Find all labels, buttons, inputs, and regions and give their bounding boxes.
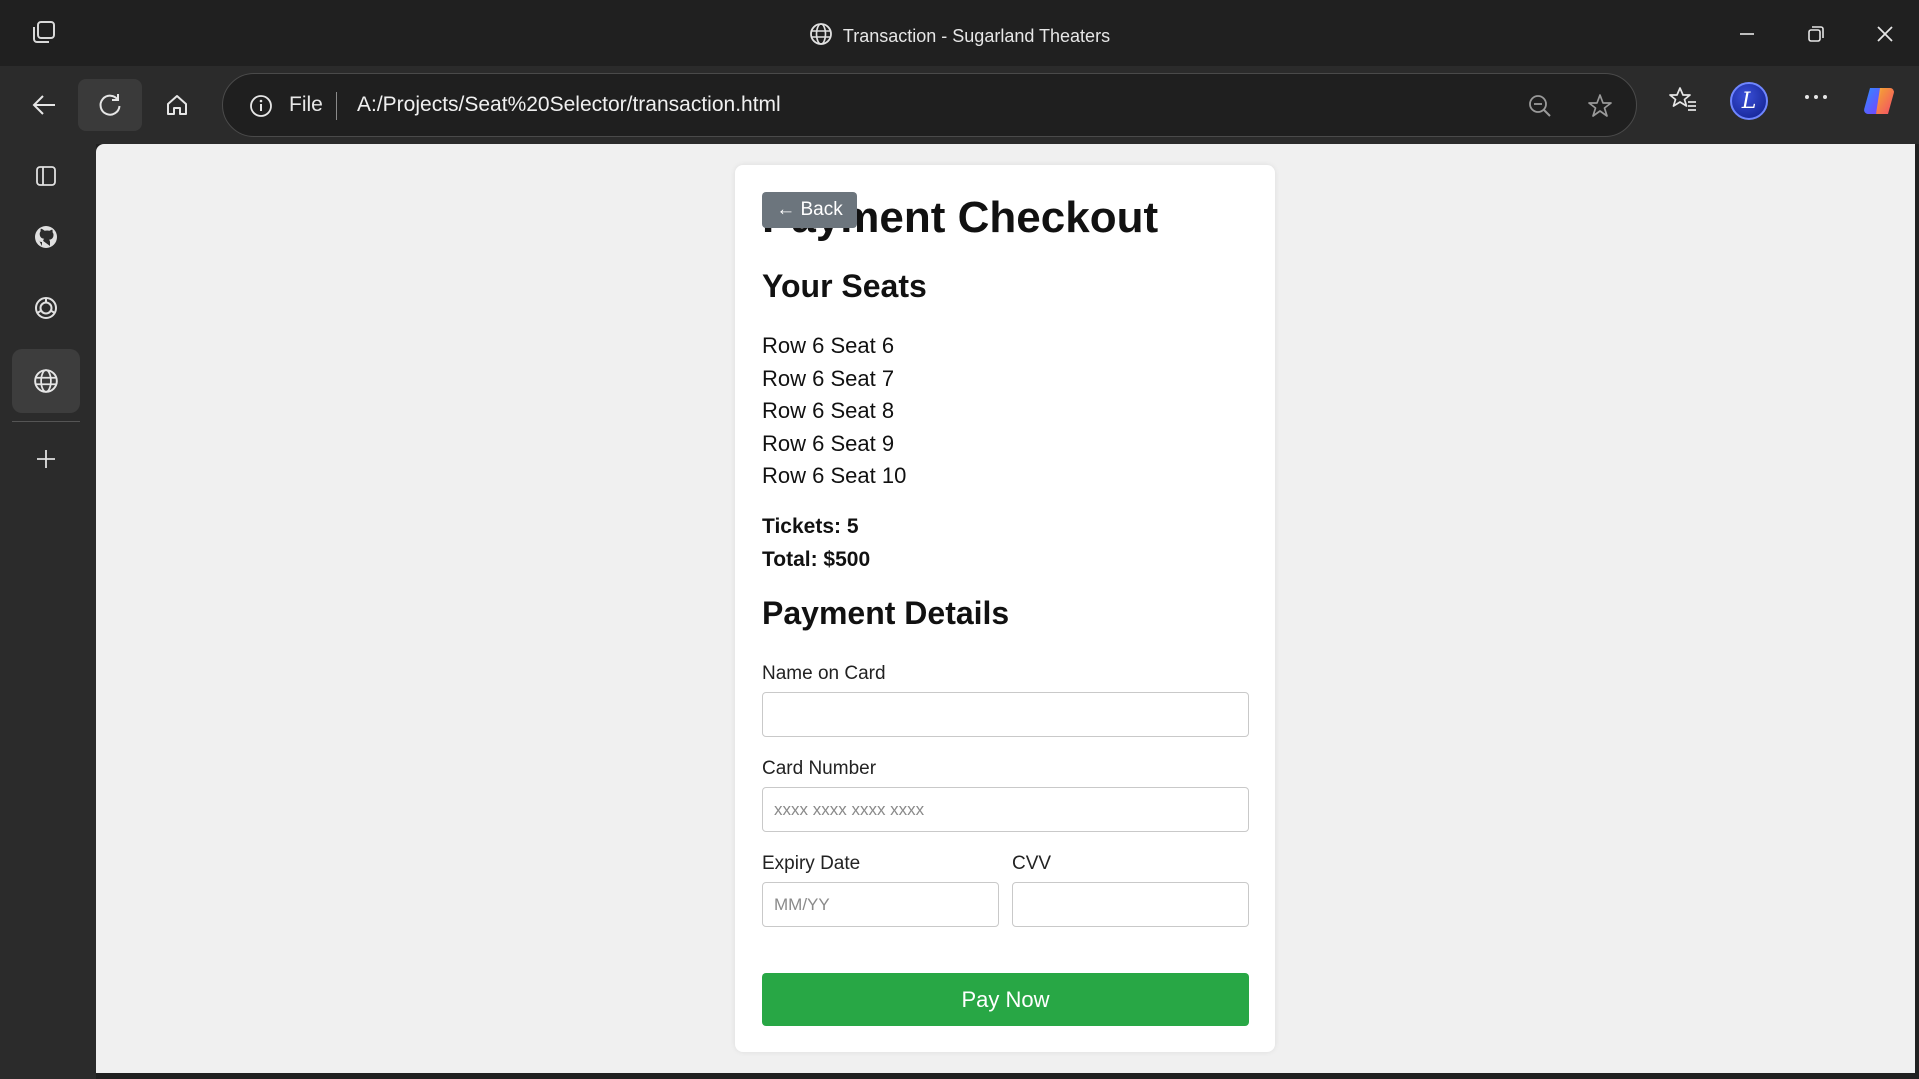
restore-icon xyxy=(1808,26,1824,42)
name-on-card-label: Name on Card xyxy=(762,663,886,684)
favorites-icon[interactable] xyxy=(1669,85,1697,118)
url-text[interactable]: A:/Projects/Seat%20Selector/transaction.… xyxy=(357,93,781,117)
cvv-input[interactable] xyxy=(1012,882,1249,927)
close-window-button[interactable] xyxy=(1865,14,1905,54)
restore-button[interactable] xyxy=(1796,14,1836,54)
copilot-icon[interactable] xyxy=(1862,82,1900,120)
card-number-input[interactable] xyxy=(762,787,1249,832)
card-number-label: Card Number xyxy=(762,758,877,779)
favorite-star-icon[interactable] xyxy=(1587,93,1613,124)
refresh-icon xyxy=(99,94,121,116)
zoom-out-icon[interactable] xyxy=(1527,93,1553,124)
seat-list: Row 6 Seat 6 Row 6 Seat 7 Row 6 Seat 8 R… xyxy=(762,330,906,493)
payment-heading: Payment Details xyxy=(762,595,1010,631)
scheme-label: File xyxy=(289,93,323,116)
page-viewport: Payment Checkout ← Back Your Seats Row 6… xyxy=(96,144,1915,1073)
window-title: Transaction - Sugarland Theaters xyxy=(842,26,1111,46)
expiry-date-label: Expiry Date xyxy=(762,853,861,874)
site-info-icon[interactable] xyxy=(249,94,273,123)
add-sidebar-app-button[interactable] xyxy=(12,427,80,491)
close-icon xyxy=(1877,26,1893,42)
checkout-card: Payment Checkout ← Back Your Seats Row 6… xyxy=(735,165,1275,1052)
address-separator xyxy=(336,92,337,120)
seat-item: Row 6 Seat 10 xyxy=(762,463,907,488)
cvv-label: CVV xyxy=(1012,853,1052,874)
name-on-card-input[interactable] xyxy=(762,692,1249,737)
back-button[interactable]: ← Back xyxy=(762,192,857,228)
seat-item: Row 6 Seat 8 xyxy=(762,398,895,423)
browser-sidebar xyxy=(0,144,96,1079)
title-bar: Transaction - Sugarland Theaters xyxy=(0,0,1919,66)
home-button[interactable] xyxy=(145,79,209,131)
tickets-count: Tickets: 5 xyxy=(762,515,859,538)
total-price: Total: $500 xyxy=(762,548,871,571)
globe-icon xyxy=(809,22,833,51)
github-icon xyxy=(35,226,57,248)
window-title-wrap: Transaction - Sugarland Theaters xyxy=(0,22,1919,51)
minimize-icon xyxy=(1740,33,1754,35)
seat-item: Row 6 Seat 7 xyxy=(762,365,895,391)
sidebar-item-current-site[interactable] xyxy=(12,349,80,413)
home-icon xyxy=(167,95,187,115)
minimize-button[interactable] xyxy=(1727,14,1767,54)
globe-icon xyxy=(34,369,58,393)
vertical-tabs-icon xyxy=(36,166,56,186)
sidebar-item-chatgpt[interactable] xyxy=(12,276,80,340)
tab-actions-button[interactable] xyxy=(12,144,80,208)
navigation-bar: File A:/Projects/Seat%20Selector/transac… xyxy=(0,66,1919,144)
seat-item: Row 6 Seat 6 xyxy=(762,333,895,358)
arrow-left-icon xyxy=(32,95,55,115)
seats-heading: Your Seats xyxy=(762,268,927,304)
profile-avatar[interactable]: L xyxy=(1730,82,1768,120)
seat-item: Row 6 Seat 9 xyxy=(762,430,895,456)
pay-now-button[interactable]: Pay Now xyxy=(762,973,1249,1026)
address-bar[interactable]: File A:/Projects/Seat%20Selector/transac… xyxy=(222,73,1637,137)
plus-icon xyxy=(37,450,55,468)
sidebar-divider xyxy=(12,421,80,422)
back-nav-button[interactable] xyxy=(12,79,76,131)
refresh-button[interactable] xyxy=(78,79,142,131)
more-options-icon[interactable] xyxy=(1803,89,1829,107)
sidebar-item-github[interactable] xyxy=(12,205,80,269)
expiry-date-input[interactable] xyxy=(762,882,999,927)
chatgpt-icon xyxy=(35,297,57,319)
